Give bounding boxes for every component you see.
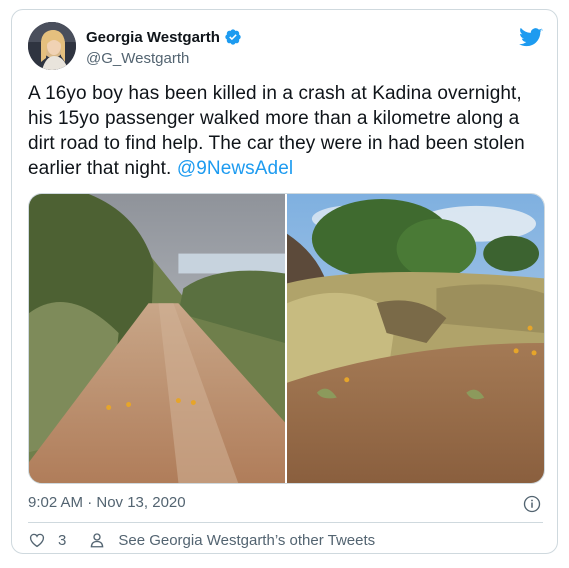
media-grid: [28, 193, 545, 484]
verified-badge-icon: [225, 29, 241, 45]
name-row: Georgia Westgarth: [86, 28, 242, 46]
tweet-card: Georgia Westgarth @G_Westgarth A 16yo bo…: [11, 9, 558, 554]
tweet-timestamp[interactable]: 9:02 AM · Nov 13, 2020: [28, 494, 186, 511]
person-icon: [90, 533, 104, 548]
divider: [28, 522, 543, 523]
other-tweets-link[interactable]: See Georgia Westgarth’s other Tweets: [88, 531, 375, 549]
like-button[interactable]: 3: [28, 531, 66, 549]
avatar[interactable]: [28, 22, 76, 70]
twitter-bird-icon[interactable]: [519, 28, 543, 48]
tweet-header: Georgia Westgarth @G_Westgarth: [28, 22, 543, 74]
heart-icon: [29, 533, 45, 548]
other-tweets-label: See Georgia Westgarth’s other Tweets: [118, 531, 376, 549]
info-icon[interactable]: [523, 495, 541, 513]
photo-scrubland[interactable]: [287, 194, 544, 483]
display-name[interactable]: Georgia Westgarth: [86, 29, 220, 46]
handle[interactable]: @G_Westgarth: [86, 50, 189, 67]
mention-link[interactable]: @9NewsAdel: [177, 158, 293, 179]
tweet-actions: 3 See Georgia Westgarth’s other Tweets: [28, 526, 375, 554]
like-count: 3: [58, 531, 67, 549]
photo-dirt-road[interactable]: [29, 194, 285, 483]
tweet-text: A 16yo boy has been killed in a crash at…: [28, 81, 543, 181]
